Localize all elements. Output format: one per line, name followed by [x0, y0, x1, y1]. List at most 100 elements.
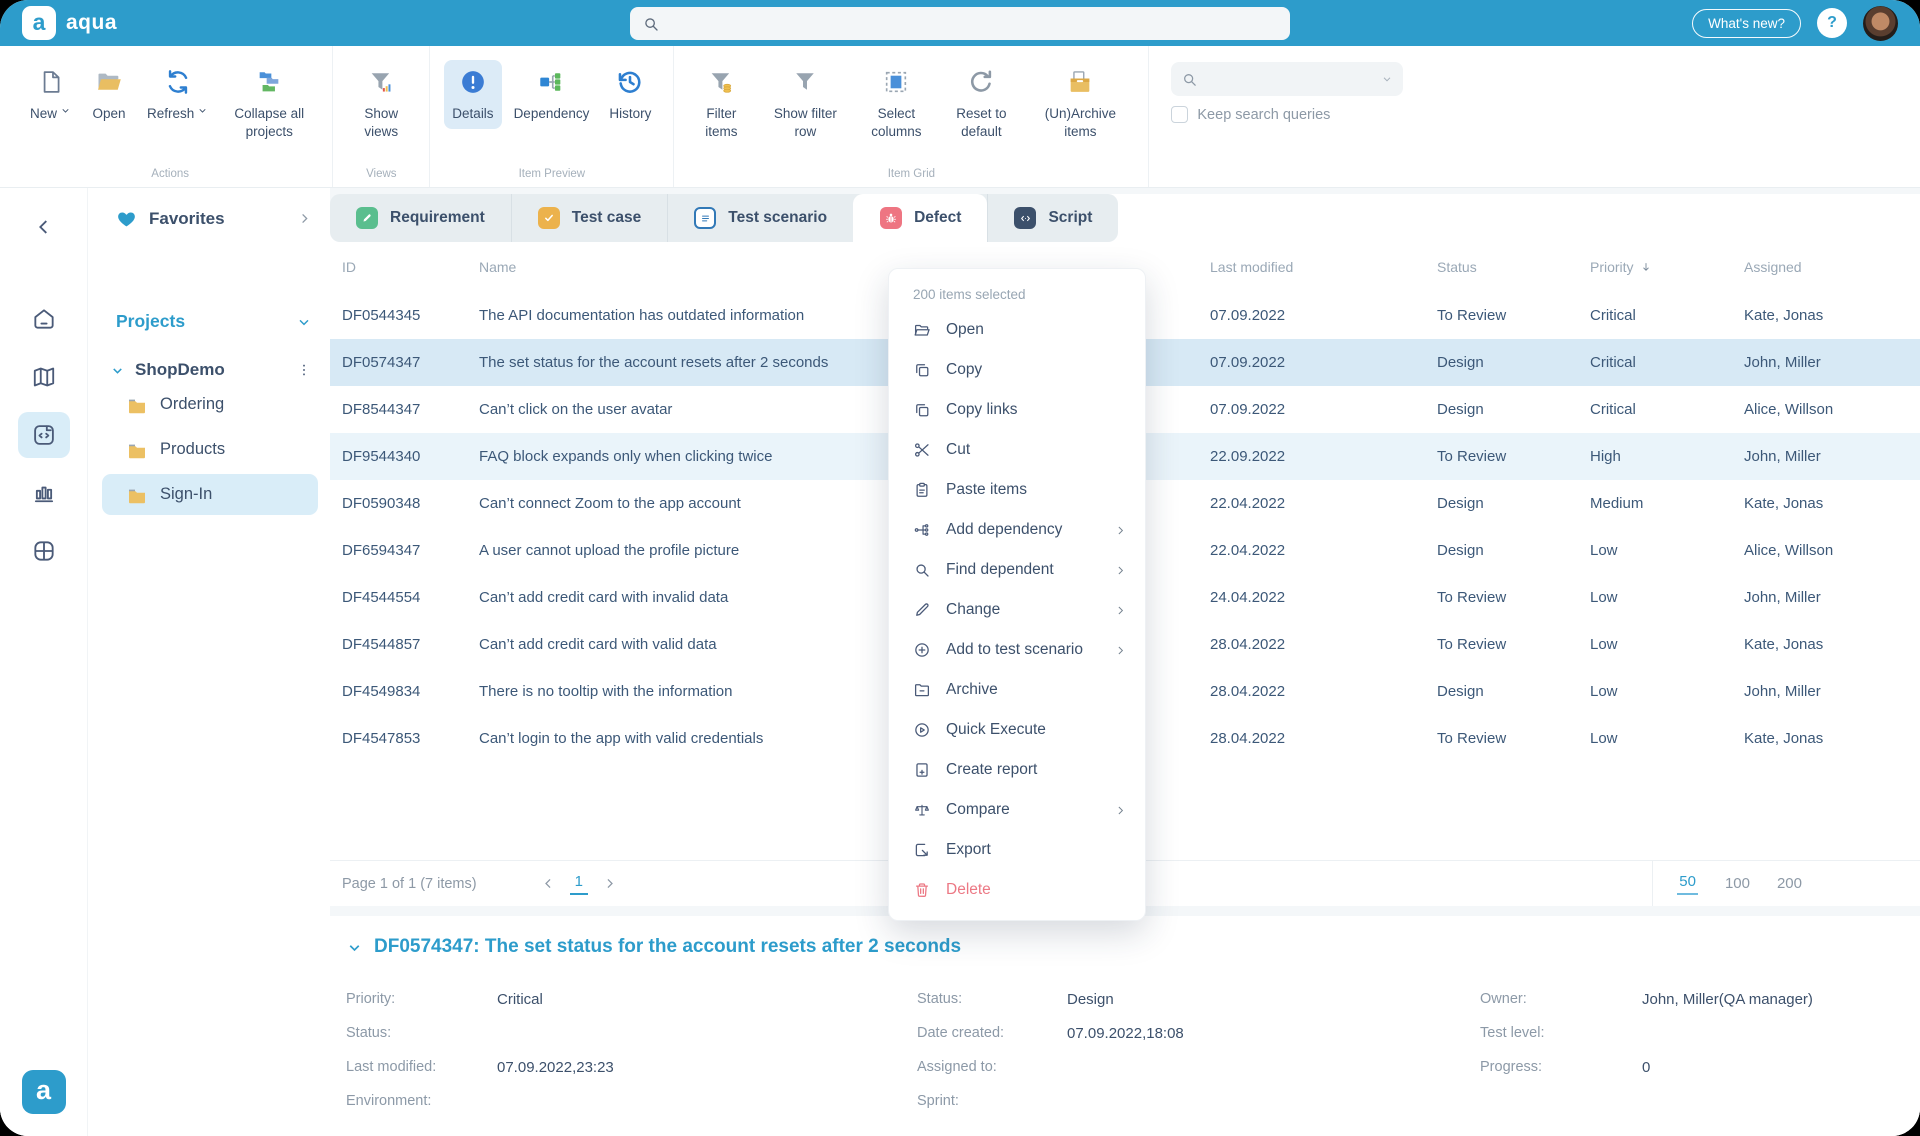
field-label: Status: [346, 1025, 392, 1041]
tree-folder-ordering[interactable]: Ordering [102, 384, 318, 425]
page-size-100[interactable]: 100 [1725, 875, 1750, 892]
favorites-row[interactable]: Favorites [102, 208, 318, 229]
script-icon [1014, 207, 1037, 229]
new-button[interactable]: New [22, 60, 79, 129]
selection-count: 200 items selected [913, 287, 1026, 302]
menu-item-compare[interactable]: Compare [889, 790, 1145, 830]
menu-item-quick-execute[interactable]: Quick Execute [889, 710, 1145, 750]
chevron-down-icon [296, 314, 312, 330]
menu-item-archive[interactable]: Archive [889, 670, 1145, 710]
dependency-icon [537, 66, 565, 98]
topbar: a aqua What's new? ? [0, 0, 1920, 46]
user-avatar[interactable] [1863, 5, 1898, 41]
menu-item-copy-links[interactable]: Copy links [889, 390, 1145, 430]
menu-item-create-report[interactable]: Create report [889, 750, 1145, 790]
item-code-icon [31, 422, 57, 448]
collapse-all-projects-button[interactable]: Collapse all projects [220, 60, 318, 146]
cell-status: To Review [1437, 730, 1507, 747]
menu-item-change[interactable]: Change [889, 590, 1145, 630]
ribbon-search-group: Keep search queries [1149, 46, 1404, 187]
global-search-input[interactable] [630, 7, 1290, 40]
select-columns-button[interactable]: Select columns [856, 60, 936, 146]
collapse-projects-icon [255, 66, 283, 98]
cell-modified: 28.04.2022 [1210, 636, 1286, 653]
tab-script[interactable]: Script [987, 194, 1118, 242]
rail-item-home[interactable] [18, 296, 70, 342]
tab-requirement[interactable]: Requirement [330, 194, 511, 242]
column-header-assigned[interactable]: Assigned [1744, 259, 1920, 275]
tree-node-shopdemo[interactable]: ShopDemo [102, 360, 318, 380]
column-header-priority[interactable]: Priority [1590, 259, 1744, 275]
cell-id: DF4549834 [342, 683, 421, 700]
show-filter-row-button[interactable]: Show filter row [758, 60, 852, 146]
detail-column-2: Status: Design Date created: 07.09.2022,18… [917, 982, 1480, 1118]
kebab-menu-icon[interactable] [296, 362, 312, 378]
grid-search-field[interactable] [1206, 71, 1374, 87]
show-views-icon [367, 66, 395, 98]
menu-item-cut[interactable]: Cut [889, 430, 1145, 470]
open-button[interactable]: Open [83, 60, 135, 129]
cell-id: DF8544347 [342, 401, 421, 418]
help-button[interactable]: ? [1817, 8, 1847, 38]
tree-folder-products[interactable]: Products [102, 429, 318, 470]
folder-icon [126, 484, 148, 506]
page-number[interactable]: 1 [569, 872, 588, 895]
collapse-panel-button[interactable] [18, 204, 70, 250]
heart-icon [116, 208, 137, 229]
rail-item-map[interactable] [18, 354, 70, 400]
menu-item-copy[interactable]: Copy [889, 350, 1145, 390]
rail-item-items[interactable] [17, 412, 70, 458]
cell-priority: High [1590, 448, 1621, 465]
page-size-200[interactable]: 200 [1777, 875, 1802, 892]
dependency-button[interactable]: Dependency [506, 60, 598, 129]
tab-defect[interactable]: Defect [853, 194, 988, 242]
cell-id: DF0590348 [342, 495, 421, 512]
page-size-50[interactable]: 50 [1677, 872, 1698, 895]
chevron-down-icon[interactable] [1381, 73, 1393, 85]
menu-item-export[interactable]: Export [889, 830, 1145, 870]
menu-item-add-dependency[interactable]: Add dependency [889, 510, 1145, 550]
menu-item-find-dependent[interactable]: Find dependent [889, 550, 1145, 590]
cell-modified: 28.04.2022 [1210, 683, 1286, 700]
grid-icon [31, 538, 57, 564]
history-button[interactable]: History [601, 60, 659, 129]
clipboard-icon [913, 481, 931, 499]
column-header-status[interactable]: Status [1437, 259, 1590, 275]
rail-item-reports[interactable] [18, 470, 70, 516]
unarchive-items-button[interactable]: (Un)Archive items [1026, 60, 1134, 146]
chevron-down-icon[interactable] [346, 939, 363, 956]
grid-search-input[interactable] [1171, 62, 1404, 96]
tree-folder-sign-in[interactable]: Sign-In [102, 474, 318, 515]
prev-page-button[interactable] [541, 876, 556, 891]
menu-item-delete[interactable]: Delete [889, 870, 1145, 910]
ribbon-group-label: Item Preview [518, 168, 586, 180]
show-views-button[interactable]: Show views [347, 60, 415, 146]
next-page-button[interactable] [602, 876, 617, 891]
filter-items-button[interactable]: Filter items [688, 60, 754, 146]
tab-test-scenario[interactable]: Test scenario [667, 194, 853, 242]
refresh-button[interactable]: Refresh [139, 60, 216, 129]
tab-test-case[interactable]: Test case [510, 194, 668, 242]
chevron-down-icon[interactable] [110, 363, 125, 378]
chevron-right-icon [1114, 524, 1127, 537]
ribbon-group-label: Views [366, 168, 397, 180]
column-header-last-modified[interactable]: Last modified [1210, 259, 1437, 275]
archive-icon [913, 681, 931, 699]
keep-search-queries[interactable]: Keep search queries [1171, 106, 1330, 123]
field-label: Test level: [1480, 1025, 1545, 1041]
whats-new-button[interactable]: What's new? [1692, 8, 1801, 38]
projects-header[interactable]: Projects [102, 311, 318, 332]
menu-item-paste[interactable]: Paste items [889, 470, 1145, 510]
keep-search-queries-checkbox[interactable] [1171, 106, 1189, 123]
menu-item-add-to-test-scenario[interactable]: Add to test scenario [889, 630, 1145, 670]
field-label: Progress: [1480, 1059, 1543, 1075]
detail-title-row[interactable]: DF0574347: The set status for the accoun… [346, 936, 1920, 958]
copy-links-icon [913, 401, 931, 419]
reset-to-default-button[interactable]: Reset to default [940, 60, 1022, 146]
details-button[interactable]: Details [444, 60, 502, 129]
column-header-id[interactable]: ID [342, 259, 479, 275]
search-icon [1181, 71, 1198, 88]
rail-item-dashboard[interactable] [18, 528, 70, 574]
menu-item-open[interactable]: Open [889, 310, 1145, 350]
cell-id: DF4544554 [342, 589, 421, 606]
